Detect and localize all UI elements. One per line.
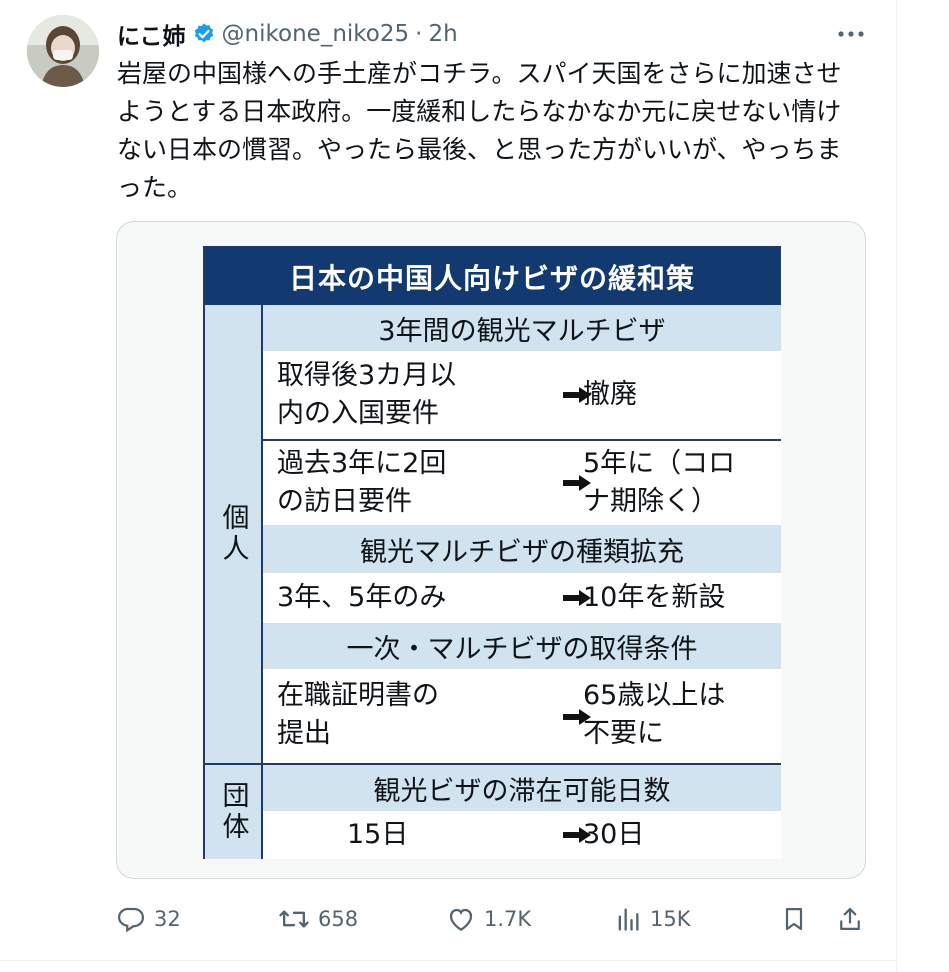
share-icon <box>840 907 860 931</box>
retweet-icon <box>279 910 309 928</box>
table-row: 15日 30日 <box>263 811 781 859</box>
row-to: 65歳以上は 不要に <box>583 680 726 749</box>
side-label-group: 団体 <box>205 763 263 859</box>
tweet-media[interactable]: 日本の中国人向けビザの緩和策 個人 団体 3年間の観光マルチビザ 取得後3カ月以… <box>116 221 866 879</box>
retweet-button[interactable]: 658 <box>278 895 358 943</box>
table-row: 過去3年に2回 の訪日要件 5年に（コロ ナ期除く） <box>263 441 781 525</box>
like-button[interactable]: 1.7K <box>446 895 531 943</box>
avatar[interactable] <box>27 15 99 87</box>
row-from: 取得後3カ月以 内の入国要件 <box>277 360 457 429</box>
heart-icon <box>449 908 473 931</box>
section-header: 観光ビザの滞在可能日数 <box>263 763 781 811</box>
table-row: 取得後3カ月以 内の入国要件 撤廃 <box>263 351 781 439</box>
section-header: 3年間の観光マルチビザ <box>263 305 781 351</box>
visa-infographic: 日本の中国人向けビザの緩和策 個人 団体 3年間の観光マルチビザ 取得後3カ月以… <box>203 246 781 859</box>
verified-badge-icon <box>192 22 216 46</box>
tweet-text: 岩屋の中国様への手土産がコチラ。スパイ天国をさらに加速させようとする日本政府。一… <box>117 59 842 202</box>
like-count: 1.7K <box>484 907 532 931</box>
tweet-divider <box>0 960 896 961</box>
reply-count: 32 <box>154 907 181 931</box>
reply-icon <box>117 907 145 933</box>
timeline-divider <box>896 0 897 972</box>
views-icon <box>618 908 639 931</box>
action-bar: 32 658 1.7K 15K <box>0 895 896 943</box>
more-dots-icon[interactable] <box>836 20 866 48</box>
bookmark-icon <box>785 907 803 931</box>
bookmark-button[interactable] <box>780 895 808 943</box>
retweet-count: 658 <box>318 907 359 931</box>
row-from: 在職証明書の 提出 <box>277 680 439 749</box>
table-row: 在職証明書の 提出 65歳以上は 不要に <box>263 669 781 763</box>
row-to: 30日 <box>583 819 645 850</box>
row-to: 5年に（コロ ナ期除く） <box>583 448 736 517</box>
row-from: 3年、5年のみ <box>277 582 447 613</box>
views-count: 15K <box>650 907 691 931</box>
user-handle[interactable]: @nikone_niko25 <box>222 21 410 47</box>
infographic-title: 日本の中国人向けビザの緩和策 <box>205 248 779 305</box>
section-header: 観光マルチビザの種類拡充 <box>263 525 781 573</box>
row-from: 15日 <box>347 819 409 850</box>
views-button[interactable]: 15K <box>614 895 691 943</box>
timestamp[interactable]: 2h <box>428 21 457 47</box>
section-header: 一次・マルチビザの取得条件 <box>263 623 781 669</box>
row-from: 過去3年に2回 の訪日要件 <box>277 448 447 517</box>
tweet-header: にこ姉 @nikone_niko25 · 2h <box>117 14 458 54</box>
table-row: 3年、5年のみ 10年を新設 <box>263 573 781 623</box>
side-label-individual: 個人 <box>205 305 263 763</box>
row-to: 10年を新設 <box>583 582 726 613</box>
row-to: 撤廃 <box>583 379 637 410</box>
display-name[interactable]: にこ姉 <box>117 17 186 51</box>
reply-button[interactable]: 32 <box>116 895 181 943</box>
share-button[interactable] <box>836 895 864 943</box>
separator-dot: · <box>415 21 423 47</box>
